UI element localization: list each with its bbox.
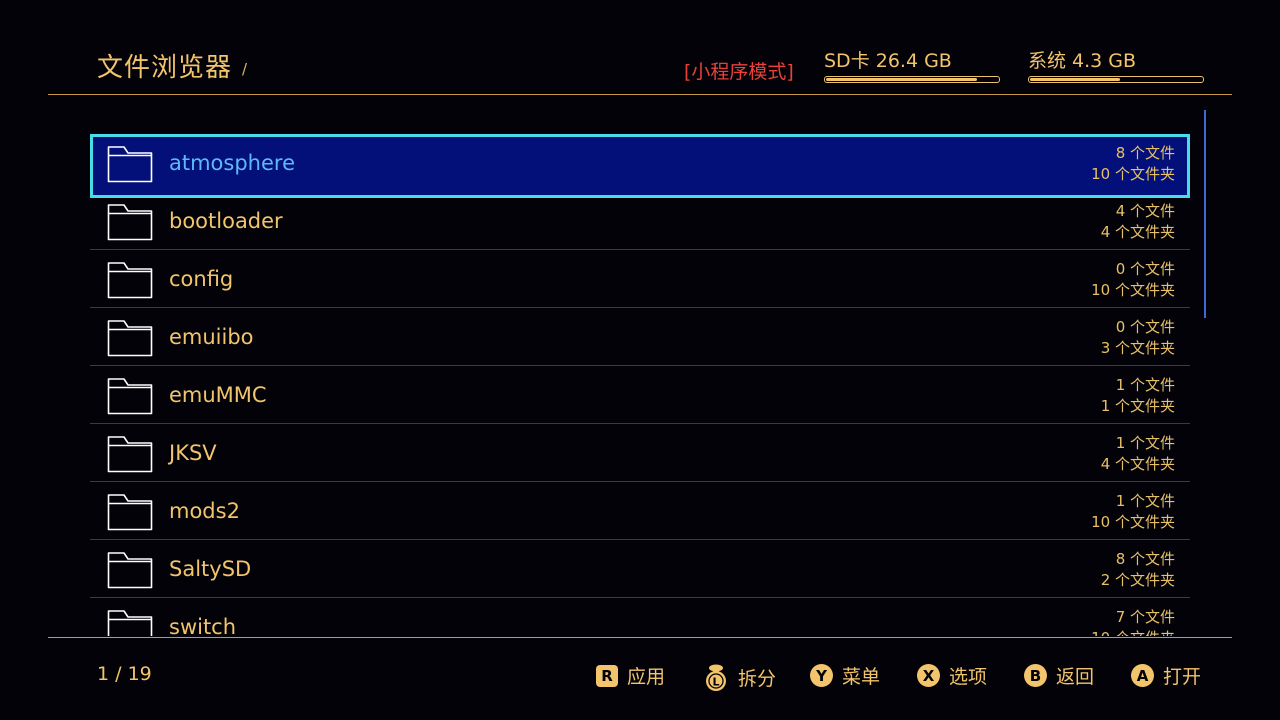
list-item[interactable]: emuiibo 0 个文件 3 个文件夹 [90, 308, 1190, 366]
file-count: 1 个文件 [1115, 376, 1175, 394]
folder-icon [107, 203, 153, 241]
b-button-icon: B [1024, 664, 1047, 687]
folder-counts: 7 个文件 10 个文件夹 [1091, 607, 1175, 636]
menu-button[interactable]: Y 菜单 [810, 662, 880, 689]
current-path: / [242, 60, 248, 78]
file-count: 8 个文件 [1115, 144, 1175, 162]
x-button-icon: X [917, 664, 940, 687]
folder-name: SaltySD [169, 557, 252, 581]
left-stick-letter: L [712, 676, 719, 689]
folder-name: switch [169, 615, 237, 636]
list-item[interactable]: SaltySD 8 个文件 2 个文件夹 [90, 540, 1190, 598]
y-button-icon: Y [810, 664, 833, 687]
r-button-icon: R [596, 664, 618, 687]
a-button-icon: A [1131, 664, 1154, 687]
system-storage-label: 系统 4.3 GB [1028, 50, 1137, 72]
split-button[interactable]: L 拆分 [702, 662, 776, 692]
folder-name: config [169, 267, 234, 291]
system-storage-bar [1028, 76, 1204, 83]
list-item[interactable]: atmosphere 8 个文件 10 个文件夹 [90, 134, 1190, 198]
folder-count: 10 个文件夹 [1091, 628, 1175, 636]
folder-icon [107, 435, 153, 473]
file-count: 0 个文件 [1115, 260, 1175, 278]
file-count: 4 个文件 [1115, 202, 1175, 220]
file-count: 1 个文件 [1115, 434, 1175, 452]
left-stick-icon: L [702, 662, 730, 692]
system-storage: 系统 4.3 GB [1028, 46, 1204, 83]
folder-icon [107, 145, 153, 183]
applet-mode-indicator: [小程序模式] [684, 61, 794, 83]
file-count: 0 个文件 [1115, 318, 1175, 336]
header-bar: 文件浏览器 / [小程序模式] SD卡 26.4 GB 系统 4.3 GB [0, 0, 1280, 96]
folder-counts: 1 个文件 1 个文件夹 [1101, 375, 1175, 417]
folder-name: mods2 [169, 499, 240, 523]
back-label: 返回 [1056, 666, 1095, 688]
folder-icon [107, 551, 153, 589]
folder-count: 2 个文件夹 [1100, 571, 1175, 589]
apply-button[interactable]: R 应用 [596, 662, 665, 689]
folder-name: emuiibo [169, 325, 254, 349]
list-item[interactable]: switch 7 个文件 10 个文件夹 [90, 598, 1190, 636]
sd-card-storage-bar [824, 76, 1000, 83]
back-button[interactable]: B 返回 [1024, 662, 1094, 689]
folder-count: 4 个文件夹 [1100, 223, 1175, 241]
list-item[interactable]: emuMMC 1 个文件 1 个文件夹 [90, 366, 1190, 424]
sd-card-storage: SD卡 26.4 GB [824, 46, 1000, 83]
sd-card-storage-label: SD卡 26.4 GB [824, 50, 952, 72]
list-item[interactable]: mods2 1 个文件 10 个文件夹 [90, 482, 1190, 540]
open-button[interactable]: A 打开 [1131, 662, 1201, 689]
folder-count: 4 个文件夹 [1100, 455, 1175, 473]
list-item[interactable]: JKSV 1 个文件 4 个文件夹 [90, 424, 1190, 482]
folder-icon [107, 319, 153, 357]
header-divider [48, 94, 1232, 95]
folder-name: bootloader [169, 209, 283, 233]
folder-icon [107, 493, 153, 531]
split-label: 拆分 [738, 667, 777, 690]
page-indicator: 1 / 19 [97, 663, 152, 685]
list-item[interactable]: bootloader 4 个文件 4 个文件夹 [90, 192, 1190, 250]
page-title: 文件浏览器 [97, 53, 233, 83]
folder-name: emuMMC [169, 383, 267, 407]
folder-counts: 1 个文件 4 个文件夹 [1101, 433, 1175, 475]
folder-counts: 0 个文件 10 个文件夹 [1091, 259, 1175, 301]
folder-icon [107, 609, 153, 636]
sd-card-storage-fill [826, 78, 978, 81]
system-storage-fill [1030, 78, 1121, 81]
open-label: 打开 [1163, 666, 1202, 688]
folder-counts: 4 个文件 4 个文件夹 [1101, 201, 1175, 243]
file-count: 8 个文件 [1115, 550, 1175, 568]
apply-label: 应用 [627, 666, 666, 688]
folder-counts: 8 个文件 10 个文件夹 [1091, 143, 1175, 185]
file-list[interactable]: atmosphere 8 个文件 10 个文件夹 bootloader 4 个文… [90, 134, 1190, 636]
list-item[interactable]: config 0 个文件 10 个文件夹 [90, 250, 1190, 308]
folder-count: 1 个文件夹 [1100, 397, 1175, 415]
folder-name: atmosphere [169, 151, 295, 175]
footer-divider [48, 637, 1232, 638]
folder-counts: 8 个文件 2 个文件夹 [1101, 549, 1175, 591]
folder-icon [107, 261, 153, 299]
footer-bar: 1 / 19 R 应用 L 拆分 Y 菜单 X 选项 B 返回 A 打开 [0, 640, 1280, 720]
folder-counts: 0 个文件 3 个文件夹 [1101, 317, 1175, 359]
file-count: 7 个文件 [1115, 608, 1175, 626]
folder-count: 10 个文件夹 [1091, 165, 1175, 183]
list-scrollbar[interactable] [1204, 110, 1206, 318]
options-button[interactable]: X 选项 [917, 662, 987, 689]
folder-icon [107, 377, 153, 415]
folder-count: 10 个文件夹 [1091, 513, 1175, 531]
options-label: 选项 [949, 666, 988, 688]
file-count: 1 个文件 [1115, 492, 1175, 510]
folder-count: 10 个文件夹 [1091, 281, 1175, 299]
folder-name: JKSV [169, 441, 217, 465]
folder-count: 3 个文件夹 [1100, 339, 1175, 357]
menu-label: 菜单 [842, 666, 881, 688]
folder-counts: 1 个文件 10 个文件夹 [1091, 491, 1175, 533]
